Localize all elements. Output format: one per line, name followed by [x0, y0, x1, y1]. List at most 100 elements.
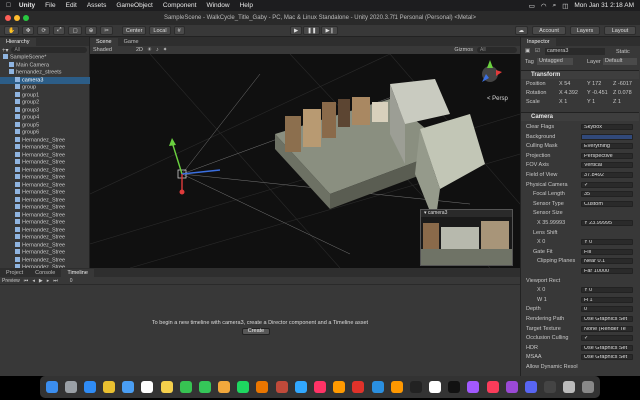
menu-window[interactable]: Window — [206, 2, 229, 9]
static-toggle[interactable]: Static — [616, 49, 630, 55]
capcut-icon[interactable] — [448, 381, 461, 393]
pivot-local-button[interactable]: Local — [149, 26, 171, 35]
camera-property-value[interactable]: Use Graphics Set — [581, 316, 633, 322]
transform-header[interactable]: Transform — [521, 70, 639, 79]
menu-edit[interactable]: Edit — [66, 2, 77, 9]
camera-property-value[interactable]: 35 — [581, 191, 633, 198]
custom-tool-button[interactable]: ✂ — [100, 26, 113, 35]
photoshop-icon[interactable] — [294, 381, 307, 393]
preview-icon[interactable] — [563, 381, 576, 393]
transform-tool-button[interactable]: ⊕ — [84, 26, 98, 35]
camera-property-value[interactable]: ✓ — [581, 181, 633, 188]
trash-icon[interactable] — [582, 381, 595, 393]
hierarchy-item[interactable]: Hernandez_Stree — [0, 144, 90, 152]
menu-help[interactable]: Help — [240, 2, 253, 9]
hierarchy-item[interactable]: Hernandez_Stree — [0, 196, 90, 205]
hierarchy-item[interactable]: group4 — [0, 114, 90, 122]
hierarchy-item[interactable]: camera3 — [0, 76, 90, 84]
unityhub-icon[interactable] — [544, 381, 557, 393]
step-button[interactable]: ▶❙ — [321, 26, 339, 35]
hierarchy-item[interactable]: Hernandez_Stree — [0, 226, 90, 235]
next-frame-icon[interactable]: ▸ — [47, 278, 50, 284]
object-name-field[interactable]: camera3 — [545, 48, 605, 55]
photos-icon[interactable] — [218, 381, 231, 393]
camera-property-value[interactable]: None (Render Te — [581, 325, 633, 332]
maximize-window-button[interactable] — [23, 15, 29, 21]
hierarchy-item[interactable]: Hernandez_Stree — [0, 256, 90, 265]
hierarchy-item[interactable]: Hernandez_Stree — [0, 211, 90, 220]
sublime-icon[interactable] — [390, 381, 403, 393]
scene-search-input[interactable]: All — [477, 47, 517, 53]
camera-property-value[interactable]: Y 0 — [581, 239, 633, 246]
position-x-field[interactable]: X 54 — [559, 81, 570, 87]
messages-icon[interactable] — [198, 381, 211, 393]
hierarchy-item[interactable]: Hernandez_Stree — [0, 234, 90, 242]
blender-icon[interactable] — [256, 381, 269, 393]
unity-icon[interactable] — [409, 381, 422, 393]
scene-gizmos-dropdown[interactable]: Gizmos — [454, 47, 473, 53]
play-button[interactable]: ▶ — [290, 26, 303, 35]
position-z-field[interactable]: Z -6017 — [613, 81, 632, 87]
hierarchy-item[interactable]: hernandez_streets — [0, 69, 90, 77]
goto-start-icon[interactable]: ⏮ — [24, 278, 29, 284]
create-timeline-button[interactable]: Create — [242, 328, 270, 335]
hierarchy-item[interactable]: Hernandez_Stree — [0, 249, 90, 257]
acrobat-icon[interactable] — [352, 381, 365, 393]
wifi-icon[interactable]: ◠ — [541, 2, 547, 10]
move-tool-button[interactable]: ✥ — [21, 26, 35, 35]
tab-timeline[interactable]: Timeline — [61, 269, 94, 277]
figma-icon[interactable] — [467, 381, 480, 393]
tab-inspector[interactable]: Inspector — [521, 38, 556, 46]
calendar-icon[interactable] — [141, 381, 154, 393]
facetime-icon[interactable] — [179, 381, 192, 393]
hierarchy-item[interactable]: Hernandez_Stree — [0, 189, 90, 197]
toggle-2d-button[interactable]: 2D — [136, 47, 143, 53]
music-icon[interactable] — [486, 381, 499, 393]
menu-unity[interactable]: Unity — [19, 2, 35, 9]
camera-property-value[interactable]: Use Graphics Set — [581, 344, 633, 351]
discord-icon[interactable] — [524, 381, 537, 393]
notion-icon[interactable] — [429, 381, 442, 393]
camera-component-header[interactable]: Camera — [521, 112, 639, 121]
finder-icon[interactable] — [45, 381, 58, 393]
position-y-field[interactable]: Y 172 — [587, 81, 601, 87]
menu-file[interactable]: File — [45, 2, 55, 9]
camera-property-value[interactable]: Everything — [581, 143, 633, 150]
goto-end-icon[interactable]: ⏭ — [53, 278, 58, 284]
scale-y-field[interactable]: Y 1 — [587, 99, 595, 105]
pivot-center-button[interactable]: Center — [121, 26, 147, 35]
rect-tool-button[interactable]: ▢ — [68, 26, 82, 35]
orientation-gizmo[interactable] — [482, 60, 502, 82]
hierarchy-item[interactable]: group6 — [0, 129, 90, 137]
prev-frame-icon[interactable]: ◂ — [32, 278, 35, 284]
scale-tool-button[interactable]: ⤢ — [53, 26, 66, 35]
rotation-y-field[interactable]: Y -0.451 — [587, 90, 608, 96]
rotation-x-field[interactable]: X 4.392 — [559, 90, 578, 96]
camera-property-value[interactable]: Y 0 — [581, 287, 633, 294]
audio-toggle-icon[interactable]: ♪ — [156, 47, 159, 53]
camera-property-value[interactable]: H 1 — [581, 296, 633, 303]
hierarchy-item[interactable]: Hernandez_Stree — [0, 174, 90, 182]
pause-button[interactable]: ❚❚ — [303, 26, 321, 35]
hierarchy-item[interactable]: group — [0, 84, 90, 92]
control-center-icon[interactable]: ◫ — [562, 2, 568, 10]
hierarchy-search-input[interactable]: All — [10, 47, 87, 53]
spotify-icon[interactable] — [237, 381, 250, 393]
launchpad-icon[interactable] — [64, 381, 77, 393]
safari-icon[interactable] — [83, 381, 96, 393]
effects-toggle-icon[interactable]: ✦ — [163, 47, 168, 53]
camera-property-value[interactable]: 37.8492 — [581, 172, 633, 178]
scale-z-field[interactable]: Z 1 — [613, 99, 621, 105]
hierarchy-item[interactable]: Hernandez_Stree — [0, 166, 90, 175]
menu-assets[interactable]: Assets — [87, 2, 107, 9]
hierarchy-item[interactable]: Hernandez_Stree — [0, 136, 90, 145]
podcasts-icon[interactable] — [505, 381, 518, 393]
notes-icon[interactable] — [160, 381, 173, 393]
hierarchy-item[interactable]: group5 — [0, 121, 90, 130]
tab-hierarchy[interactable]: Hierarchy — [0, 38, 36, 46]
timeline-preview-button[interactable]: Preview — [2, 278, 20, 284]
hierarchy-item[interactable]: Main Camera — [0, 61, 90, 70]
search-icon[interactable]: ⌕ — [553, 2, 557, 10]
shading-mode-dropdown[interactable]: Shaded — [93, 47, 112, 53]
hierarchy-item[interactable]: group3 — [0, 106, 90, 115]
